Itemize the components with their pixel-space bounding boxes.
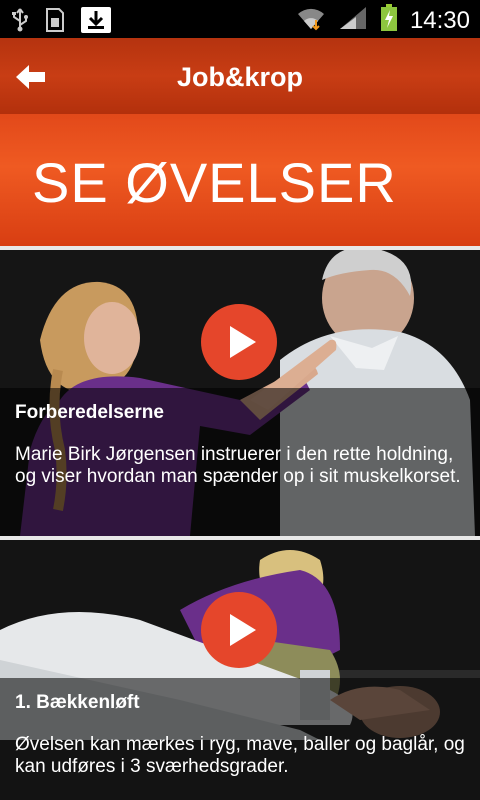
download-icon bbox=[80, 6, 112, 39]
video-description: Øvelsen kan mærkes i ryg, mave, baller o… bbox=[15, 734, 465, 777]
video-title: Forberedelserne bbox=[15, 402, 164, 423]
play-icon bbox=[230, 614, 256, 646]
play-button[interactable] bbox=[201, 304, 277, 380]
status-bar: 14:30 bbox=[0, 0, 480, 38]
video-title: 1. Bækkenløft bbox=[15, 692, 140, 713]
video-description: Marie Birk Jørgensen instruerer i den re… bbox=[15, 444, 461, 487]
app-bar: Job&krop bbox=[0, 38, 480, 114]
video-info: Forberedelserne Marie Birk Jørgensen ins… bbox=[0, 388, 480, 536]
video-card[interactable]: 1. Bækkenløft Øvelsen kan mærkes i ryg, … bbox=[0, 540, 480, 800]
app-title: Job&krop bbox=[176, 62, 303, 92]
wifi-icon bbox=[296, 5, 326, 36]
sd-card-icon bbox=[44, 7, 66, 38]
signal-icon bbox=[338, 5, 368, 36]
video-card[interactable]: Forberedelserne Marie Birk Jørgensen ins… bbox=[0, 250, 480, 536]
play-icon bbox=[230, 326, 256, 358]
hero-title: SE ØVELSER bbox=[32, 151, 397, 214]
clock: 14:30 bbox=[409, 6, 470, 34]
usb-icon bbox=[10, 7, 30, 38]
video-info: 1. Bækkenløft Øvelsen kan mærkes i ryg, … bbox=[0, 678, 480, 800]
play-button[interactable] bbox=[201, 592, 277, 668]
battery-charging-icon bbox=[380, 4, 398, 37]
hero-banner: SE ØVELSER bbox=[0, 114, 480, 246]
